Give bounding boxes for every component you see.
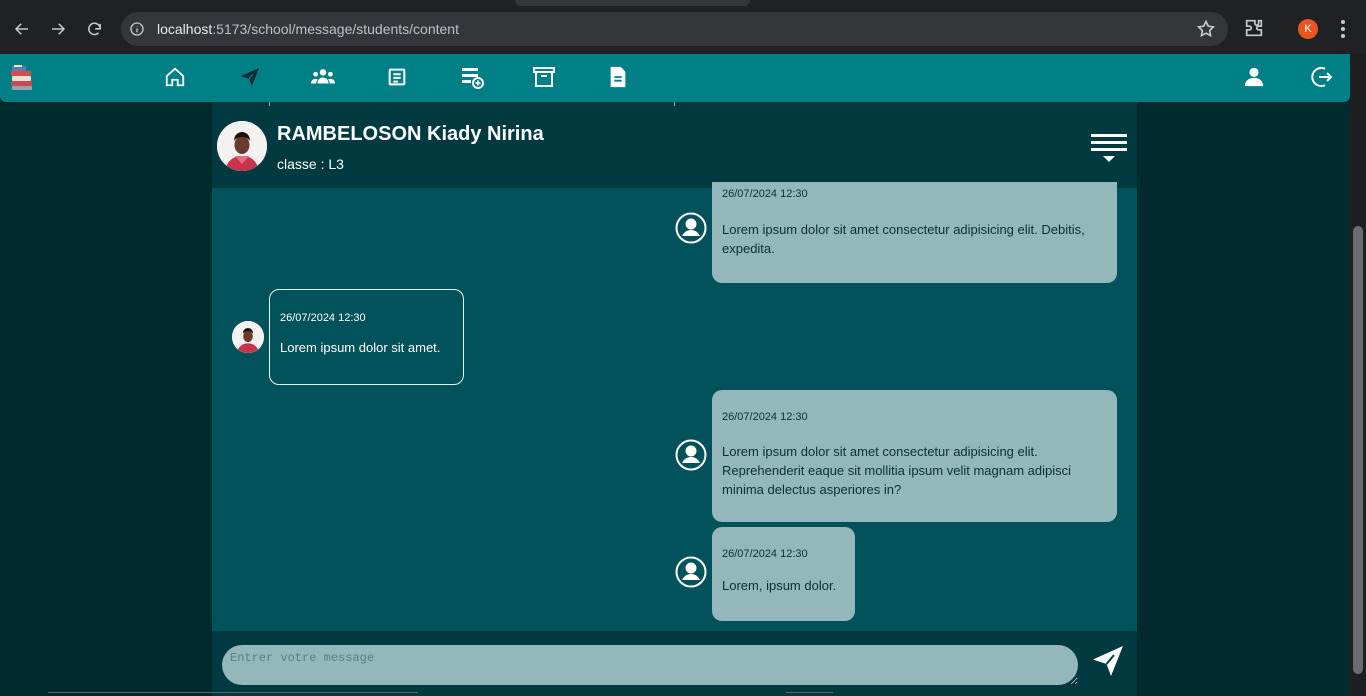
- archive-icon[interactable]: [532, 65, 556, 89]
- profile-icon[interactable]: [1242, 65, 1266, 89]
- user-circle-icon: [675, 439, 707, 471]
- add-list-icon[interactable]: [460, 65, 484, 89]
- extensions-icon[interactable]: [1243, 17, 1265, 39]
- address-bar[interactable]: localhost:5173/school/message/students/c…: [121, 12, 1228, 46]
- app-navbar: [0, 54, 1350, 102]
- filter-menu-icon[interactable]: [1090, 134, 1128, 166]
- contact-avatar: [217, 121, 267, 171]
- message-input[interactable]: [222, 645, 1078, 685]
- url-host: localhost: [157, 21, 213, 37]
- message-text: Lorem ipsum dolor sit amet.: [280, 340, 441, 355]
- url-text: localhost:5173/school/message/students/c…: [157, 21, 459, 37]
- books-logo-icon[interactable]: [9, 62, 37, 92]
- send-button-icon[interactable]: [1090, 643, 1126, 679]
- profile-avatar[interactable]: K: [1298, 19, 1318, 39]
- bottom-divider: [786, 692, 833, 693]
- list-icon[interactable]: [385, 65, 409, 89]
- bottom-divider: [48, 692, 418, 693]
- message-composer: [212, 631, 1137, 696]
- header-divider: [674, 102, 675, 106]
- message-date: 26/07/2024 12:30: [722, 188, 808, 200]
- browser-menu-icon[interactable]: [1335, 18, 1351, 40]
- message-text: Lorem, ipsum dolor.: [722, 578, 837, 593]
- forward-icon[interactable]: [46, 17, 70, 41]
- page-scrollbar[interactable]: [1350, 54, 1366, 696]
- message-bubble[interactable]: 26/07/2024 12:30 Lorem ipsum dolor sit a…: [269, 289, 464, 385]
- chat-panel: RAMBELOSON Kiady Nirina classe : L3 26/0…: [212, 102, 1137, 696]
- browser-toolbar: localhost:5173/school/message/students/c…: [0, 0, 1366, 54]
- active-tab-edge: [515, 0, 750, 6]
- site-info-icon[interactable]: [129, 21, 145, 37]
- home-icon[interactable]: [163, 65, 187, 89]
- contact-avatar-small: [232, 321, 264, 353]
- bookmark-star-icon[interactable]: [1196, 19, 1216, 39]
- page-viewport: RAMBELOSON Kiady Nirina classe : L3 26/0…: [0, 54, 1350, 696]
- back-icon[interactable]: [10, 17, 34, 41]
- message-text: Lorem ipsum dolor sit amet consectetur a…: [722, 222, 1085, 256]
- message-bubble[interactable]: 26/07/2024 12:30 Lorem ipsum dolor sit a…: [712, 182, 1117, 283]
- url-path: :5173/school/message/students/content: [212, 21, 459, 37]
- scrollbar-thumb[interactable]: [1353, 226, 1363, 674]
- reload-icon[interactable]: [82, 17, 106, 41]
- user-circle-icon: [675, 212, 707, 244]
- message-bubble[interactable]: 26/07/2024 12:30 Lorem ipsum dolor sit a…: [712, 390, 1117, 522]
- users-icon[interactable]: [311, 65, 335, 89]
- send-icon[interactable]: [238, 65, 262, 89]
- message-date: 26/07/2024 12:30: [722, 548, 808, 560]
- user-circle-icon: [675, 556, 707, 588]
- document-icon[interactable]: [606, 65, 630, 89]
- message-text: Lorem ipsum dolor sit amet consectetur a…: [722, 444, 1072, 497]
- contact-class: classe : L3: [277, 156, 344, 172]
- logout-icon[interactable]: [1310, 65, 1334, 89]
- message-bubble[interactable]: 26/07/2024 12:30 Lorem, ipsum dolor.: [712, 527, 855, 621]
- message-date: 26/07/2024 12:30: [722, 411, 808, 423]
- message-date: 26/07/2024 12:30: [280, 312, 366, 324]
- header-divider: [269, 102, 270, 106]
- contact-name: RAMBELOSON Kiady Nirina: [277, 123, 544, 145]
- chat-header: RAMBELOSON Kiady Nirina classe : L3: [212, 102, 1137, 188]
